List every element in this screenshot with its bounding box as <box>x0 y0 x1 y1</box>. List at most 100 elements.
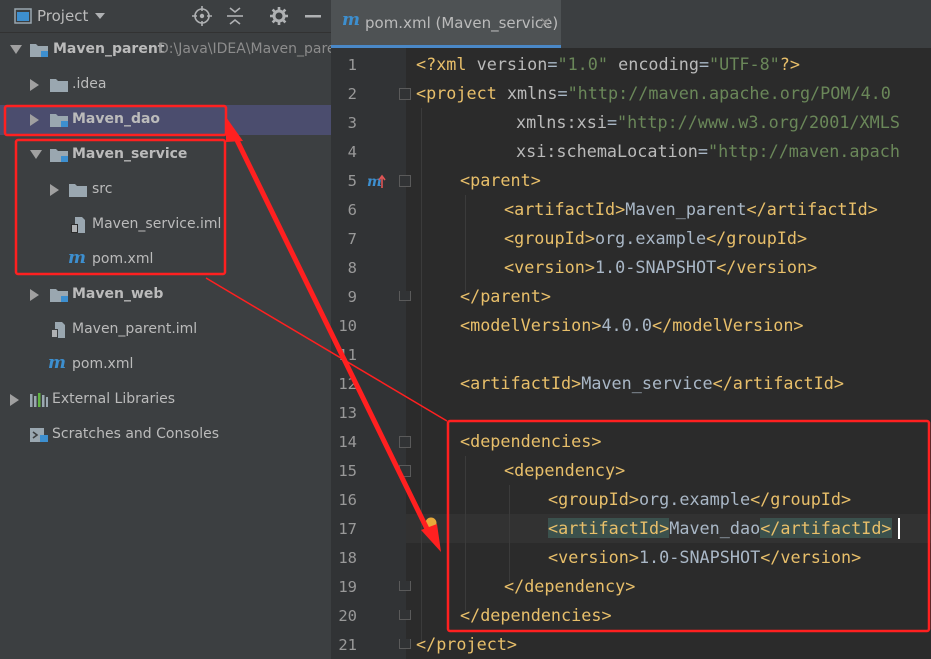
tree-item-label: src <box>92 181 113 197</box>
project-toolbar: Project <box>0 0 331 33</box>
xml-tag: <project <box>416 83 507 103</box>
code-line-6[interactable]: <artifactId>Maven_parent</artifactId> <box>504 195 878 224</box>
project-tool-window: Project Maven_parent D:\Java\IDEA\Maven_… <box>0 0 331 659</box>
code-line-15[interactable]: <dependency> <box>504 456 625 485</box>
project-view-icon[interactable] <box>14 8 32 24</box>
line-number: 19 <box>338 578 357 596</box>
xml-tag: <modelVersion> <box>460 315 602 335</box>
fold-marker[interactable] <box>399 610 411 620</box>
tree-item-maven-parent-iml[interactable]: Maven_parent.iml <box>0 315 331 345</box>
expand-arrow-icon[interactable] <box>30 114 39 126</box>
tree-item-service-pom[interactable]: m pom.xml <box>0 245 331 275</box>
indent-guide <box>465 456 466 611</box>
line-number: 7 <box>347 230 357 248</box>
line-number: 10 <box>338 317 357 335</box>
libraries-icon <box>30 393 48 407</box>
fold-marker[interactable] <box>399 88 411 100</box>
line-number: 6 <box>347 201 357 219</box>
code-line-2[interactable]: <project xmlns="http://maven.apache.org/… <box>416 79 891 108</box>
tree-item-maven-service-iml[interactable]: Maven_service.iml <box>0 210 331 240</box>
xml-tag: </dependency> <box>504 576 636 596</box>
chevron-down-icon[interactable] <box>94 12 106 20</box>
code-editor[interactable]: m pom.xml (Maven_service) × 1 2 3 4 5 6 … <box>331 0 931 659</box>
xml-eq: = <box>557 83 568 103</box>
code-line-18[interactable]: <version>1.0-SNAPSHOT</version> <box>548 543 861 572</box>
gear-icon[interactable] <box>269 6 289 26</box>
xml-tag: <groupId> <box>504 228 595 248</box>
code-line-16[interactable]: <groupId>org.example</groupId> <box>548 485 851 514</box>
tree-item-label: Maven_service.iml <box>92 216 222 232</box>
indent-guide <box>421 108 422 644</box>
tree-item-scratches[interactable]: Scratches and Consoles <box>0 420 331 450</box>
line-number: 20 <box>338 607 357 625</box>
collapse-all-icon[interactable] <box>226 6 244 26</box>
expand-arrow-icon[interactable] <box>30 150 42 159</box>
line-number: 3 <box>347 114 357 132</box>
expand-arrow-icon[interactable] <box>10 394 19 406</box>
tree-item-maven-service[interactable]: Maven_service <box>0 140 331 170</box>
tree-item-label: Maven_parent.iml <box>72 321 198 337</box>
code-line-7[interactable]: <groupId>org.example</groupId> <box>504 224 807 253</box>
tree-item-idea[interactable]: .idea <box>0 70 331 100</box>
lightbulb-icon[interactable] <box>423 516 439 534</box>
tree-item-label: Maven_parent <box>53 41 165 57</box>
xml-tag: <parent> <box>460 170 541 190</box>
xml-tag: </parent> <box>460 286 551 306</box>
xml-attr: xmlns <box>506 83 558 103</box>
svg-text:m: m <box>367 174 382 190</box>
code-line-5[interactable]: <parent> <box>460 166 541 195</box>
expand-arrow-icon[interactable] <box>30 79 39 91</box>
tree-item-src[interactable]: src <box>0 175 331 205</box>
code-line-8[interactable]: <version>1.0-SNAPSHOT</version> <box>504 253 817 282</box>
code-line-20[interactable]: </dependencies> <box>460 601 612 630</box>
xml-text: 1.0-SNAPSHOT <box>638 547 761 567</box>
maven-icon: m <box>342 10 360 30</box>
xml-tag: </artifactId> <box>712 373 844 393</box>
text-caret <box>898 518 900 539</box>
code-line-19[interactable]: </dependency> <box>504 572 635 601</box>
panel-title[interactable]: Project <box>37 7 88 25</box>
tab-pom-xml[interactable]: m pom.xml (Maven_service) × <box>331 0 561 48</box>
maven-icon: m <box>68 248 86 268</box>
folder-icon <box>69 184 87 197</box>
fold-marker[interactable] <box>399 465 411 477</box>
fold-marker[interactable] <box>399 175 411 187</box>
code-line-10[interactable]: <modelVersion>4.0.0</modelVersion> <box>460 311 804 340</box>
tree-item-parent-pom[interactable]: m pom.xml <box>0 350 331 380</box>
line-number: 2 <box>347 85 357 103</box>
xml-tag: </project> <box>416 634 518 654</box>
xml-attr: xsi:schemaLocation <box>516 141 698 161</box>
fold-marker[interactable] <box>399 436 411 448</box>
fold-marker[interactable] <box>399 581 411 591</box>
code-line-4[interactable]: xsi:schemaLocation="http://maven.apach <box>516 137 900 166</box>
xml-text: Maven_service <box>581 373 713 393</box>
tree-item-maven-web[interactable]: Maven_web <box>0 280 331 310</box>
tree-item-label: Maven_dao <box>72 111 161 127</box>
code-line-9[interactable]: </parent> <box>460 282 551 311</box>
code-line-3[interactable]: xmlns:xsi="http://www.w3.org/2001/XMLS <box>516 108 900 137</box>
indent-guide <box>465 195 466 292</box>
code-line-1[interactable]: <?xml version="1.0" encoding="UTF-8"?> <box>416 50 800 79</box>
tree-item-maven-parent[interactable]: Maven_parent D:\Java\IDEA\Maven_parent <box>0 35 331 65</box>
xml-attr: xmlns:xsi <box>516 112 607 132</box>
tree-item-label: Maven_web <box>72 286 164 302</box>
tree-item-maven-dao[interactable]: Maven_dao <box>0 105 331 135</box>
tree-item-external-libraries[interactable]: External Libraries <box>0 385 331 415</box>
overrides-parent-icon[interactable]: m <box>367 172 389 192</box>
code-line-14[interactable]: <dependencies> <box>460 427 601 456</box>
line-number: 8 <box>347 259 357 277</box>
xml-eq: = <box>606 112 618 132</box>
code-line-12[interactable]: <artifactId>Maven_service</artifactId> <box>460 369 844 398</box>
expand-arrow-icon[interactable] <box>50 184 59 196</box>
expand-arrow-icon[interactable] <box>30 289 39 301</box>
fold-marker[interactable] <box>399 291 411 301</box>
expand-arrow-icon[interactable] <box>10 45 22 54</box>
locate-target-icon[interactable] <box>192 6 212 26</box>
xml-value: "UTF-8" <box>709 54 780 74</box>
code-line-21[interactable]: </project> <box>416 630 517 659</box>
maven-icon: m <box>48 353 66 373</box>
close-icon[interactable]: × <box>539 13 552 31</box>
minimize-icon[interactable] <box>305 15 321 19</box>
code-line-17[interactable]: <artifactId>Maven_dao</artifactId> <box>548 514 892 543</box>
fold-marker[interactable] <box>399 639 411 649</box>
